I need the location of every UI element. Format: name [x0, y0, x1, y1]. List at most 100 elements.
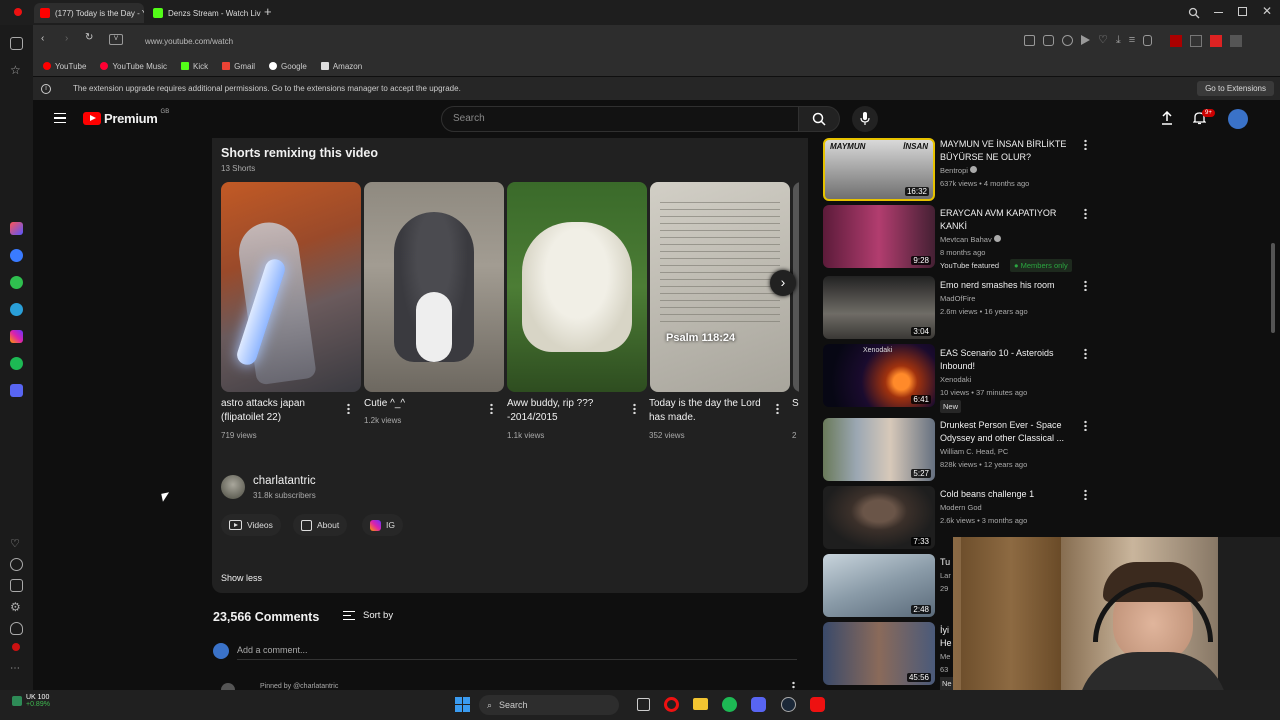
- menu-icon[interactable]: ≡: [1129, 35, 1135, 47]
- short-title[interactable]: Cutie ^_^: [364, 397, 482, 411]
- tab-youtube[interactable]: (177) Today is the Day - Y: [34, 3, 144, 23]
- shield-icon[interactable]: [1062, 35, 1073, 46]
- steam-taskbar-icon[interactable]: [781, 697, 796, 712]
- video-thumbnail[interactable]: 2:48: [823, 554, 935, 617]
- show-less-button[interactable]: Show less: [221, 573, 262, 583]
- spotify-taskbar-icon[interactable]: [722, 697, 737, 712]
- short-thumbnail[interactable]: Psalm 118:24: [650, 182, 790, 392]
- bookmark-youtube-music[interactable]: YouTube Music: [100, 62, 167, 71]
- video-menu-icon[interactable]: [1084, 139, 1087, 150]
- short-thumbnail[interactable]: [364, 182, 504, 392]
- short-title[interactable]: Aww buddy, rip ??? -2014/2015: [507, 397, 625, 425]
- channel-name[interactable]: charlatantric: [253, 475, 316, 487]
- stock-widget[interactable]: UK 100 +0.89%: [12, 694, 50, 708]
- sort-by-button[interactable]: Sort by: [343, 610, 393, 621]
- shorts-next-button[interactable]: ›: [770, 270, 796, 296]
- video-thumbnail[interactable]: 5:27: [823, 418, 935, 481]
- video-thumbnail[interactable]: Xenodaki 6:41: [823, 344, 935, 407]
- channel-videos-button[interactable]: Videos: [221, 514, 281, 536]
- extension-red-icon[interactable]: [1210, 35, 1223, 47]
- forward-button[interactable]: ›: [65, 33, 68, 44]
- close-window-button[interactable]: ✕: [1262, 4, 1272, 18]
- whatsapp-icon[interactable]: [10, 276, 23, 289]
- video-menu-icon[interactable]: [1084, 280, 1087, 291]
- bookmark-youtube[interactable]: YouTube: [43, 62, 86, 71]
- video-title[interactable]: EAS Scenario 10 - Asteroids Inbound!: [940, 347, 1080, 373]
- bulb-icon[interactable]: [10, 622, 23, 635]
- short-thumbnail[interactable]: [221, 182, 361, 392]
- home-icon[interactable]: [10, 37, 23, 50]
- video-thumbnail[interactable]: MAYMUN İNSAN 16:32: [823, 138, 935, 201]
- cube-icon[interactable]: [10, 579, 23, 592]
- voice-search-button[interactable]: [852, 106, 878, 132]
- extension-dark-icon[interactable]: [1190, 35, 1203, 47]
- video-thumbnail[interactable]: 45:56: [823, 622, 935, 685]
- comment-menu-icon[interactable]: [792, 681, 795, 690]
- video-title[interactable]: Cold beans challenge 1: [940, 488, 1080, 501]
- camera-icon[interactable]: [1043, 35, 1054, 46]
- page-scrollbar[interactable]: [1271, 243, 1275, 333]
- short-title[interactable]: Today is the day the Lord has made.: [649, 397, 767, 425]
- short-title[interactable]: astro attacks japan (flipatoilet 22): [221, 397, 339, 425]
- channel-avatar[interactable]: [221, 475, 245, 499]
- heart-icon[interactable]: ♡: [1098, 35, 1108, 47]
- extension-red-icon[interactable]: [1170, 35, 1183, 47]
- back-button[interactable]: ‹: [41, 33, 44, 44]
- youtube-logo[interactable]: Premium GB: [83, 109, 169, 126]
- video-menu-icon[interactable]: [1084, 420, 1087, 431]
- short-menu-icon[interactable]: [776, 403, 779, 414]
- aria-icon[interactable]: [10, 222, 23, 235]
- channel-instagram-button[interactable]: IG: [362, 514, 403, 536]
- wallet-icon[interactable]: [1143, 35, 1153, 46]
- video-menu-icon[interactable]: [1084, 348, 1087, 359]
- opera-gx-taskbar-icon[interactable]: [810, 697, 825, 712]
- edit-icon[interactable]: [1024, 35, 1035, 46]
- hamburger-menu-icon[interactable]: [54, 113, 66, 123]
- more-icon[interactable]: ⋯: [10, 663, 23, 676]
- video-thumbnail[interactable]: 9:28: [823, 205, 935, 268]
- add-comment-input[interactable]: Add a comment...: [237, 645, 797, 660]
- search-button[interactable]: [798, 106, 840, 132]
- opera-logo-icon[interactable]: [14, 8, 22, 16]
- go-to-extensions-button[interactable]: Go to Extensions: [1197, 81, 1274, 96]
- opera-taskbar-icon[interactable]: [664, 697, 679, 712]
- instagram-icon[interactable]: [10, 330, 23, 343]
- windows-start-icon[interactable]: [455, 697, 470, 712]
- restore-button[interactable]: [1238, 7, 1247, 16]
- video-title[interactable]: Emo nerd smashes his room: [940, 279, 1080, 292]
- task-view-icon[interactable]: [637, 698, 650, 711]
- short-thumbnail[interactable]: [507, 182, 647, 392]
- download-icon[interactable]: ⤓: [1116, 35, 1121, 47]
- video-title[interactable]: MAYMUN VE İNSAN BİRLİKTE BÜYÜRSE NE OLUR…: [940, 138, 1080, 164]
- search-tabs-icon[interactable]: [1188, 6, 1200, 19]
- taskbar-search[interactable]: ⌕ Search: [479, 695, 619, 715]
- file-explorer-icon[interactable]: [693, 698, 708, 710]
- messenger-icon[interactable]: [10, 249, 23, 262]
- upload-icon[interactable]: [1161, 110, 1173, 125]
- video-thumbnail[interactable]: 3:04: [823, 276, 935, 339]
- heart-icon[interactable]: ♡: [10, 537, 23, 550]
- short-menu-icon[interactable]: [633, 403, 636, 414]
- avatar[interactable]: [1228, 109, 1248, 129]
- minimize-button[interactable]: [1214, 12, 1223, 13]
- reload-icon[interactable]: ↻: [85, 32, 93, 43]
- star-icon[interactable]: ☆: [10, 64, 23, 77]
- video-thumbnail[interactable]: 7:33: [823, 486, 935, 549]
- short-title[interactable]: S: [792, 397, 799, 411]
- video-title[interactable]: Tu: [940, 556, 953, 569]
- video-title[interactable]: İyi He: [940, 624, 952, 650]
- history-icon[interactable]: [10, 558, 23, 571]
- spotify-icon[interactable]: [10, 357, 23, 370]
- play-icon[interactable]: [1081, 35, 1090, 45]
- telegram-icon[interactable]: [10, 303, 23, 316]
- video-menu-icon[interactable]: [1084, 489, 1087, 500]
- video-title[interactable]: Drunkest Person Ever - Space Odyssey and…: [940, 419, 1080, 445]
- short-menu-icon[interactable]: [490, 403, 493, 414]
- bookmark-kick[interactable]: Kick: [181, 62, 208, 71]
- settings-icon[interactable]: ⚙: [10, 600, 23, 614]
- video-menu-icon[interactable]: [1084, 208, 1087, 219]
- short-menu-icon[interactable]: [347, 403, 350, 414]
- extension-grey-icon[interactable]: [1230, 35, 1243, 47]
- opera-small-icon[interactable]: [12, 643, 20, 651]
- video-title[interactable]: ERAYCAN AVM KAPATIYOR KANKİ: [940, 207, 1080, 233]
